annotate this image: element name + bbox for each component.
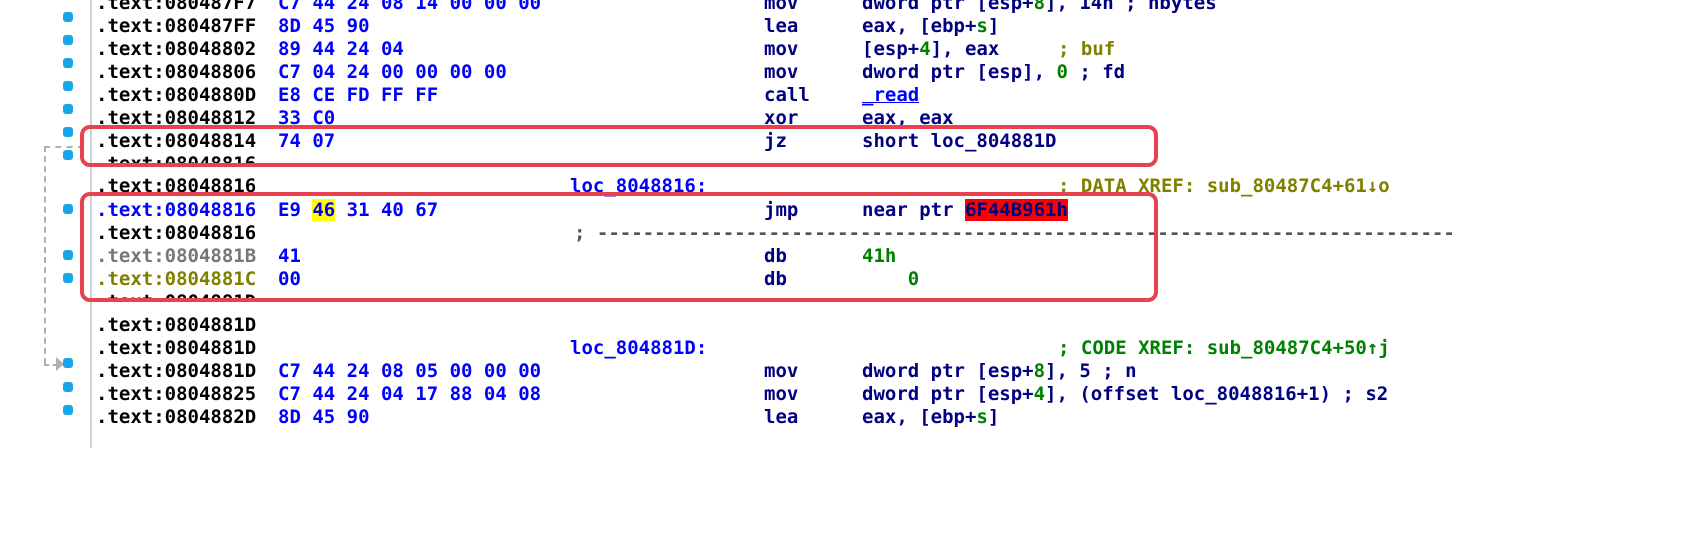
listing-line[interactable]: .text:0804881D C7 44 24 08 05 00 00 00 m… xyxy=(96,360,1516,383)
breakpoint-dot-icon[interactable] xyxy=(63,273,73,283)
address: .text:0804880D xyxy=(96,84,257,106)
breakpoint-dot-icon[interactable] xyxy=(63,127,73,137)
opcode-bytes: E8 CE FD FF FF xyxy=(278,84,439,106)
address: .text:0804882D xyxy=(96,406,257,428)
listing-line[interactable]: .text:080487F7 C7 44 24 08 14 00 00 00 m… xyxy=(96,0,1516,15)
listing-line[interactable]: .text:0804881D xyxy=(96,314,1516,337)
operand: dword ptr [esp+4], (offset loc_8048816+1… xyxy=(862,383,1389,405)
listing-line[interactable]: .text:080487FF 8D 45 90 lea eax, [ebp+s] xyxy=(96,15,1516,38)
breakpoint-dot-icon[interactable] xyxy=(63,12,73,22)
operand: dword ptr [esp+8], 14h ; nbytes xyxy=(862,0,1217,14)
listing-line[interactable]: .text:08048802 89 44 24 04 mov [esp+4], … xyxy=(96,38,1516,61)
mnemonic: mov xyxy=(764,360,799,382)
flow-arrow-line xyxy=(44,146,46,364)
breakpoint-dot-icon[interactable] xyxy=(63,150,73,160)
listing-line[interactable]: .text:0804880D E8 CE FD FF FF call _read xyxy=(96,84,1516,107)
mnemonic: lea xyxy=(764,406,799,428)
opcode-bytes: 8D 45 90 xyxy=(278,406,370,428)
mnemonic: mov xyxy=(764,61,799,83)
breakpoint-dot-icon[interactable] xyxy=(63,358,73,368)
breakpoint-dot-icon[interactable] xyxy=(63,250,73,260)
mnemonic: mov xyxy=(764,383,799,405)
address: .text:08048802 xyxy=(96,38,257,60)
highlight-box-jz xyxy=(80,125,1158,167)
breakpoint-dot-icon[interactable] xyxy=(63,382,73,392)
comment: ; buf xyxy=(1058,38,1116,60)
mnemonic: mov xyxy=(764,0,799,14)
operand: dword ptr [esp], 0 ; fd xyxy=(862,61,1126,83)
address: .text:08048806 xyxy=(96,61,257,83)
mnemonic: lea xyxy=(764,15,799,37)
opcode-bytes: C7 04 24 00 00 00 00 xyxy=(278,61,507,83)
opcode-bytes: C7 44 24 08 14 00 00 00 xyxy=(278,0,542,14)
breakpoint-dot-icon[interactable] xyxy=(63,58,73,68)
xref-comment[interactable]: ; CODE XREF: sub_80487C4+50↑j xyxy=(1058,337,1390,360)
opcode-bytes: C7 44 24 04 17 88 04 08 xyxy=(278,383,542,405)
mnemonic: call xyxy=(764,84,810,106)
opcode-bytes: 89 44 24 04 xyxy=(278,38,404,60)
address: .text:080487FF xyxy=(96,15,257,37)
listing-line[interactable]: .text:08048806 C7 04 24 00 00 00 00 mov … xyxy=(96,61,1516,84)
breakpoint-dot-icon[interactable] xyxy=(63,35,73,45)
operand: [esp+4], eax xyxy=(862,38,1000,60)
breakpoint-dot-icon[interactable] xyxy=(63,405,73,415)
operand: dword ptr [esp+8], 5 ; n xyxy=(862,360,1137,382)
call-target-link[interactable]: _read xyxy=(862,84,919,107)
listing-line[interactable]: .text:0804882D 8D 45 90 lea eax, [ebp+s] xyxy=(96,406,1516,429)
flow-arrow-top xyxy=(44,146,84,148)
address: .text:0804881D xyxy=(96,337,257,359)
listing-line[interactable]: .text:0804881D loc_804881D: ; CODE XREF:… xyxy=(96,337,1516,360)
opcode-bytes: 8D 45 90 xyxy=(278,15,370,37)
address: .text:080487F7 xyxy=(96,0,257,14)
address: .text:0804881D xyxy=(96,360,257,382)
address: .text:08048825 xyxy=(96,383,257,405)
address: .text:0804881D xyxy=(96,314,257,336)
breakpoint-dot-icon[interactable] xyxy=(63,104,73,114)
breakpoint-dot-icon[interactable] xyxy=(63,81,73,91)
code-label[interactable]: loc_804881D: xyxy=(570,337,707,360)
operand: eax, [ebp+s] xyxy=(862,15,1000,37)
highlight-box-junk-bytes xyxy=(80,192,1158,302)
operand: eax, [ebp+s] xyxy=(862,406,1000,428)
listing-line[interactable]: .text:08048825 C7 44 24 04 17 88 04 08 m… xyxy=(96,383,1516,406)
breakpoint-dot-icon[interactable] xyxy=(63,204,73,214)
mnemonic: mov xyxy=(764,38,799,60)
opcode-bytes: C7 44 24 08 05 00 00 00 xyxy=(278,360,542,382)
